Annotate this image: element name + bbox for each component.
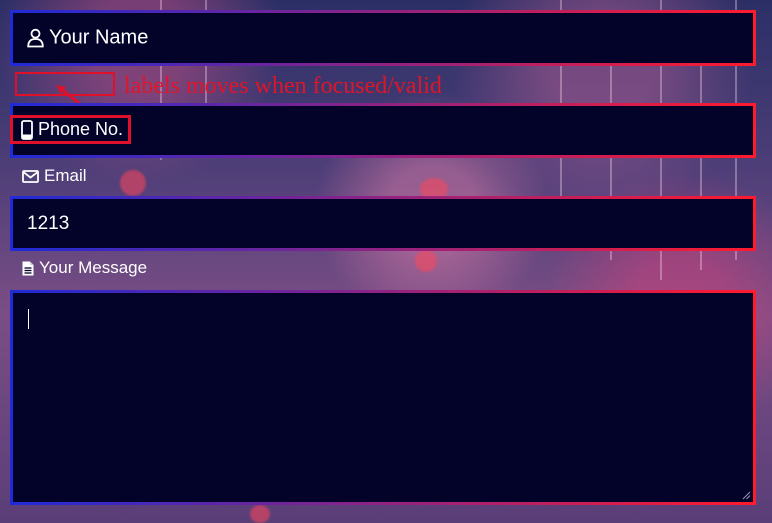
text-caret bbox=[28, 309, 29, 329]
phone-label: Phone No. bbox=[10, 115, 132, 144]
name-field[interactable]: Your Name bbox=[10, 10, 756, 66]
resize-handle-icon[interactable] bbox=[741, 490, 751, 500]
email-value: 1213 bbox=[27, 212, 70, 234]
email-field[interactable]: 1213 bbox=[10, 196, 756, 251]
annotation-text: labels moves when focused/valid bbox=[124, 73, 442, 99]
phone-label-text: Phone No. bbox=[38, 119, 124, 139]
envelope-icon bbox=[22, 169, 39, 183]
mobile-phone-icon bbox=[21, 119, 33, 140]
message-label-text: Your Message bbox=[39, 258, 148, 277]
message-label: Your Message bbox=[22, 258, 147, 278]
email-label-text: Email bbox=[44, 166, 87, 185]
message-textarea[interactable] bbox=[10, 290, 756, 505]
email-label: Email bbox=[22, 166, 87, 186]
document-icon bbox=[22, 261, 34, 276]
name-label: Your Name bbox=[27, 27, 148, 50]
name-label-text: Your Name bbox=[49, 26, 149, 49]
user-icon bbox=[27, 28, 44, 48]
